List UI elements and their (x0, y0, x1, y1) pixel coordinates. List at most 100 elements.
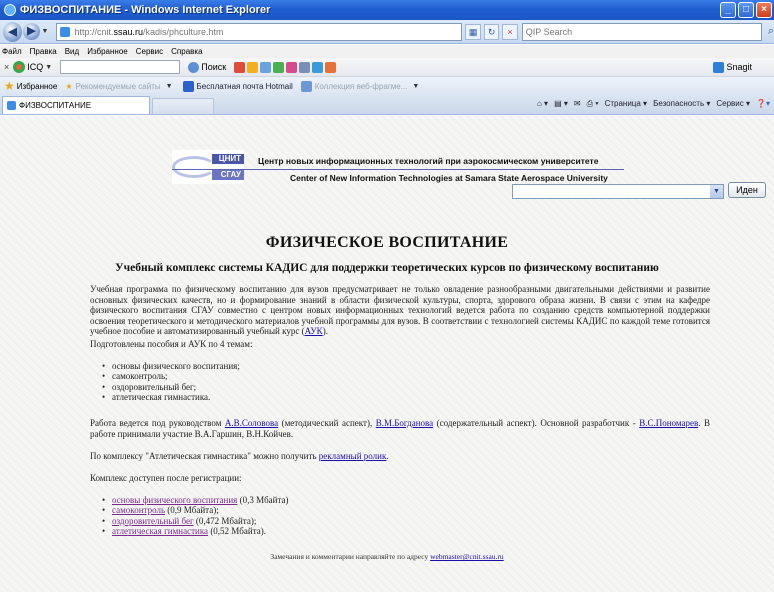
logo-bottom-text: СГАУ (212, 170, 244, 180)
footer-note: Замечания и комментарии направляйте по а… (270, 552, 504, 561)
downloads-list: основы физического воспитания (0,3 Мбайт… (104, 495, 289, 537)
help-icon[interactable]: ❓▾ (756, 99, 770, 109)
toolbar-icons (234, 61, 337, 73)
ponomarev-link[interactable]: В.С.Пономарев (639, 418, 698, 428)
icq-label[interactable]: ICQ (27, 62, 43, 72)
page-icon (60, 26, 71, 37)
menu-edit[interactable]: Правка (30, 47, 57, 56)
download-link-basics[interactable]: основы физического воспитания (112, 495, 237, 505)
refresh-icon[interactable]: ↻ (483, 23, 500, 40)
chevron-down-icon: ▼ (412, 82, 420, 90)
home-icon[interactable]: ⌂ ▾ (537, 99, 548, 109)
logo-swoosh (172, 156, 216, 178)
page-menu[interactable]: Страница ▾ (605, 99, 648, 109)
access-note: Комплекс доступен после регистрации: (90, 473, 242, 483)
bogdanov-link[interactable]: В.М.Богданова (376, 418, 433, 428)
go-button[interactable]: Иден (728, 182, 766, 198)
menu-tools[interactable]: Сервис (136, 47, 163, 56)
hotmail-icon (182, 80, 194, 92)
tools-menu[interactable]: Сервис ▾ (716, 99, 750, 109)
authors-paragraph: Работа ведется под руководством А.В.Соло… (90, 418, 710, 439)
center-title-en: Center of New Information Technologies a… (290, 173, 608, 183)
favorites-button[interactable]: Избранное (17, 82, 58, 91)
center-title-ru: Центр новых информационных технологий пр… (258, 156, 599, 166)
history-dropdown-icon[interactable]: ▼ (42, 28, 49, 35)
download-item: оздоровительный бег (0,472 Мбайта); (104, 516, 289, 526)
print-icon[interactable]: ⎙ ▾ (587, 99, 599, 109)
list-item: основы физического воспитания; (104, 361, 240, 371)
address-field[interactable]: http://cnit.ssau.ru/kadis/phculture.htm (56, 22, 463, 41)
window-titlebar: ФИЗВОСПИТАНИЕ - Windows Internet Explore… (0, 0, 774, 20)
menu-favorites[interactable]: Избранное (87, 47, 128, 56)
safety-menu[interactable]: Безопасность ▾ (653, 99, 710, 109)
list-item: самоконтроль; (104, 371, 240, 381)
solovov-link[interactable]: А.В.Соловова (225, 418, 278, 428)
fav-item-webslices[interactable]: Коллекция веб-фрагме... ▼ (300, 80, 422, 92)
address-row: ◀ ▶ ▼ http://cnit.ssau.ru/kadis/phcultur… (0, 20, 774, 44)
fav-item-recommended[interactable]: ★ Рекомендуемые сайты ▼ (65, 82, 174, 91)
search-go-icon[interactable]: ⌕ (768, 25, 774, 38)
intro-paragraph: Учебная программа по физическому воспита… (90, 284, 710, 337)
addon-icon-3[interactable] (260, 61, 272, 73)
compat-view-icon[interactable]: ▦ (465, 23, 481, 40)
promo-paragraph: По комплексу "Атлетическая гимнастика" м… (90, 451, 389, 461)
tab-row: ФИЗВОСПИТАНИЕ ⌂ ▾ ▤ ▾ ✉ ⎙ ▾ Страница ▾ Б… (0, 95, 774, 115)
webmaster-email-link[interactable]: webmaster@cnit.ssau.ru (430, 552, 504, 561)
page-subtitle: Учебный комплекс системы КАДИС для подде… (115, 262, 659, 274)
addon-icon-8[interactable] (325, 61, 337, 73)
stop-icon[interactable]: × (502, 23, 518, 40)
auk-link[interactable]: АУК (305, 326, 323, 336)
addon-icon-1[interactable] (234, 61, 246, 73)
icq-dropdown-icon[interactable]: ▼ (45, 64, 52, 71)
close-button[interactable]: × (756, 2, 772, 18)
fav-item-hotmail[interactable]: Бесплатная почта Hotmail (182, 80, 293, 92)
topics-list: основы физического воспитания; самоконтр… (104, 361, 240, 403)
page-content: ЦНИТ СГАУ Центр новых информационных тех… (0, 116, 774, 592)
menu-bar: Файл Правка Вид Избранное Сервис Справка (0, 45, 774, 58)
minimize-button[interactable]: _ (720, 2, 736, 18)
window-controls: _ □ × (720, 2, 772, 18)
icq-icon (13, 61, 26, 73)
chevron-down-icon: ▼ (165, 82, 173, 90)
addon-icon-7[interactable] (312, 61, 324, 73)
url-text: http://cnit.ssau.ru/kadis/phculture.htm (74, 26, 224, 37)
forward-button[interactable]: ▶ (23, 23, 40, 40)
chevron-down-icon[interactable]: ▼ (710, 185, 723, 198)
snagit-button[interactable]: Snagit (713, 61, 752, 73)
header-divider (172, 169, 624, 170)
new-tab-button[interactable] (152, 98, 214, 114)
tab-active[interactable]: ФИЗВОСПИТАНИЕ (2, 96, 150, 114)
download-link-selfcontrol[interactable]: самоконтроль (112, 505, 165, 515)
toolbar-close-icon[interactable]: × (4, 62, 9, 72)
maximize-button[interactable]: □ (738, 2, 754, 18)
site-search-select[interactable]: ▼ (512, 184, 724, 199)
menu-view[interactable]: Вид (65, 47, 79, 56)
addon-toolbar: × ICQ ▼ Поиск Snagit (0, 58, 774, 77)
menu-help[interactable]: Справка (171, 47, 202, 56)
icq-search-field[interactable] (60, 60, 181, 74)
addon-icon-2[interactable] (247, 61, 259, 73)
addon-icon-4[interactable] (273, 61, 285, 73)
search-icon (188, 61, 200, 73)
list-item: оздоровительный бег; (104, 382, 240, 392)
toolbar-search-button[interactable]: Поиск (188, 61, 226, 73)
ie-icon (4, 4, 16, 16)
promo-video-link[interactable]: рекламный ролик (319, 451, 387, 461)
snagit-icon (713, 61, 725, 73)
download-item: самоконтроль (0,9 Мбайта); (104, 505, 289, 515)
addon-icon-5[interactable] (286, 61, 298, 73)
favorites-bar: ★ Избранное ★ Рекомендуемые сайты ▼ Бесп… (0, 77, 774, 95)
back-button[interactable]: ◀ (3, 21, 23, 42)
window-title: ФИЗВОСПИТАНИЕ - Windows Internet Explore… (20, 4, 271, 16)
search-input[interactable] (525, 26, 761, 37)
topics-heading: Подготовлены пособия и АУК по 4 темам: (90, 339, 253, 349)
download-link-running[interactable]: оздоровительный бег (112, 516, 194, 526)
menu-file[interactable]: Файл (2, 47, 22, 56)
search-box[interactable] (521, 22, 762, 41)
download-link-gymnastics[interactable]: атлетическая гимнастика (112, 526, 208, 536)
logo-top-text: ЦНИТ (212, 154, 244, 164)
mail-icon[interactable]: ✉ (574, 99, 581, 109)
addon-icon-6[interactable] (299, 61, 311, 73)
download-item: основы физического воспитания (0,3 Мбайт… (104, 495, 289, 505)
feeds-icon[interactable]: ▤ ▾ (554, 99, 568, 109)
